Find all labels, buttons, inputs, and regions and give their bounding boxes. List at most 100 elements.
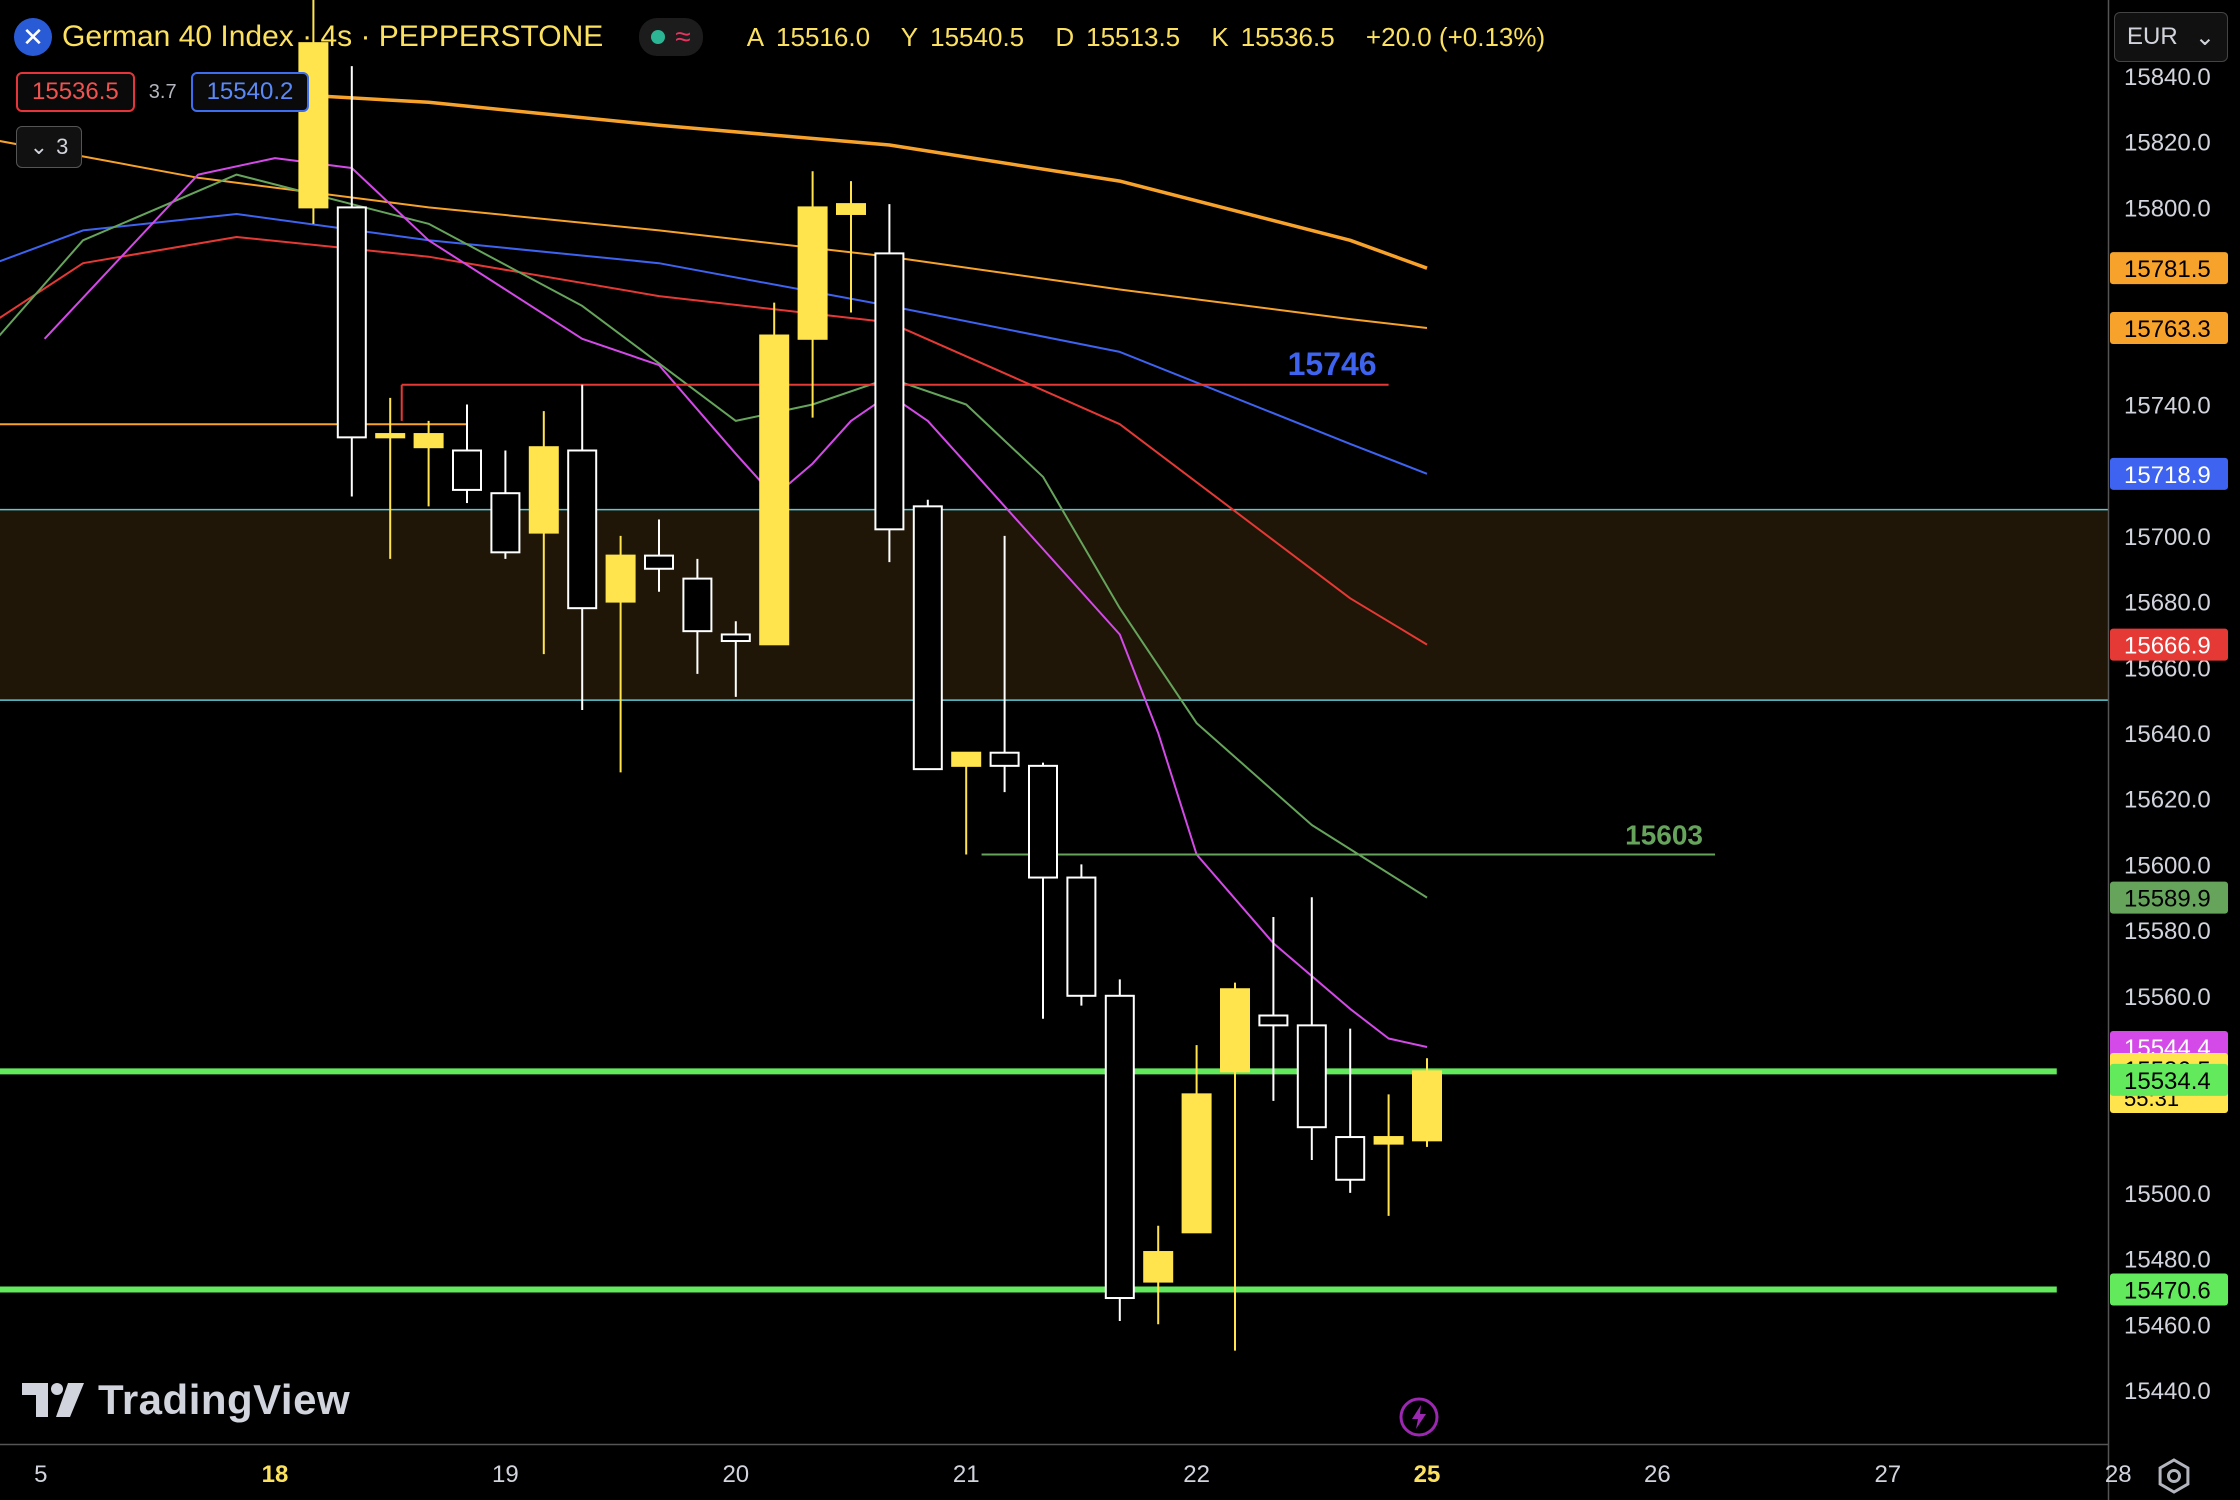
gear-icon[interactable] bbox=[2154, 1456, 2194, 1496]
candle bbox=[874, 204, 905, 563]
candle bbox=[951, 751, 982, 855]
candle-body bbox=[797, 206, 828, 340]
chevron-down-icon: ⌄ bbox=[29, 134, 49, 159]
market-status[interactable]: ≈ bbox=[639, 18, 703, 56]
y-tick-label: 15700.0 bbox=[2124, 524, 2211, 551]
candle-body bbox=[452, 449, 482, 491]
lightning-icon[interactable] bbox=[1398, 1396, 1440, 1438]
candle bbox=[1412, 1058, 1442, 1147]
candle bbox=[336, 66, 367, 497]
symbol-title[interactable]: German 40 Index · 4s · PEPPERSTONE bbox=[62, 20, 603, 54]
price-label: 15470.6 bbox=[2110, 1273, 2228, 1306]
y-tick-label: 15740.0 bbox=[2124, 393, 2211, 420]
plot-area: 15746 15603 bbox=[0, 0, 2108, 1351]
y-tick-label: 15460.0 bbox=[2124, 1312, 2211, 1339]
x-tick-label: 28 bbox=[2105, 1461, 2132, 1488]
candle bbox=[1373, 1094, 1404, 1216]
price-label-value: 15666.9 bbox=[2124, 633, 2211, 660]
data-delay-icon: ≈ bbox=[675, 21, 691, 52]
candle-body bbox=[605, 554, 636, 603]
ohlc-open: A 15516.0 bbox=[746, 21, 871, 52]
y-tick-label: 15620.0 bbox=[2124, 787, 2211, 814]
x-tick-label: 19 bbox=[492, 1461, 519, 1488]
indicators-count: 3 bbox=[56, 134, 69, 159]
candle-body bbox=[1412, 1070, 1442, 1142]
candle-body bbox=[375, 433, 406, 439]
candle-body bbox=[836, 203, 866, 215]
x-tick-label: 5 bbox=[34, 1461, 47, 1488]
candle bbox=[1143, 1225, 1174, 1325]
price-label-value: 15470.6 bbox=[2124, 1277, 2211, 1304]
candle-body bbox=[912, 505, 943, 771]
price-label-value: 15589.9 bbox=[2124, 886, 2211, 913]
candle-body bbox=[1296, 1024, 1327, 1129]
candle bbox=[490, 450, 521, 559]
tradingview-logo-icon bbox=[22, 1383, 84, 1417]
y-tick-label: 15680.0 bbox=[2124, 590, 2211, 617]
ohlc-change: +20.0 (+0.13%) bbox=[1365, 21, 1546, 52]
y-tick-label: 15440.0 bbox=[2124, 1378, 2211, 1405]
x-tick-label: 20 bbox=[722, 1461, 749, 1488]
trade-panel: 15536.5 3.7 15540.2 bbox=[16, 72, 310, 112]
candle-body bbox=[1143, 1251, 1174, 1283]
ohlc-values: A 15516.0 Y 15540.5 D 15513.5 K 15536.5 +20.… bbox=[747, 22, 1557, 53]
candle bbox=[1335, 1028, 1366, 1193]
price-label: 15718.9 bbox=[2110, 457, 2228, 490]
candle-body bbox=[759, 334, 790, 646]
candle-body bbox=[1373, 1136, 1404, 1145]
price-label-value: 15718.9 bbox=[2124, 462, 2211, 489]
currency-selector[interactable]: EUR ⌄ bbox=[2114, 12, 2228, 62]
y-tick-label: 15640.0 bbox=[2124, 721, 2211, 748]
candle bbox=[1028, 762, 1058, 1019]
price-label: 15763.3 bbox=[2110, 311, 2228, 344]
buy-button[interactable]: 15540.2 bbox=[190, 72, 310, 112]
candle bbox=[759, 302, 790, 646]
candle-body bbox=[298, 42, 329, 209]
tradingview-logo[interactable]: TradingView bbox=[22, 1376, 350, 1424]
sell-button[interactable]: 15536.5 bbox=[16, 72, 135, 112]
price-label: 15589.9 bbox=[2110, 881, 2228, 914]
chevron-down-icon: ⌄ bbox=[2194, 23, 2215, 51]
candle-body bbox=[1258, 1014, 1289, 1027]
price-chart[interactable]: 15746 15603 15840.0 15820.0 15800.0 15740.0 15… bbox=[0, 0, 2240, 1500]
candle-body bbox=[528, 446, 559, 534]
x-tick-label: 27 bbox=[1874, 1461, 1901, 1488]
candle bbox=[912, 499, 943, 771]
candle-body bbox=[1028, 764, 1058, 879]
indicators-collapse-button[interactable]: ⌄ 3 bbox=[16, 126, 82, 168]
candle-body bbox=[989, 751, 1020, 767]
candle-body bbox=[1104, 994, 1135, 1300]
candle-body bbox=[490, 492, 521, 554]
candle-body bbox=[1220, 988, 1250, 1073]
tradingview-logo-text: TradingView bbox=[98, 1376, 351, 1423]
chart-header: ✕ German 40 Index · 4s · PEPPERSTONE ≈ A… bbox=[14, 14, 1557, 60]
candle-body bbox=[720, 633, 751, 643]
y-tick-label: 15580.0 bbox=[2124, 918, 2211, 945]
y-tick-label: 15500.0 bbox=[2124, 1181, 2211, 1208]
candle bbox=[1104, 979, 1135, 1322]
candle-body bbox=[951, 751, 982, 767]
candle-body bbox=[682, 577, 713, 633]
candle bbox=[797, 171, 828, 418]
x-tick-label: 26 bbox=[1644, 1461, 1671, 1488]
candle-body bbox=[567, 449, 598, 610]
ohlc-high: Y 15540.5 bbox=[900, 21, 1025, 52]
candle-body bbox=[1066, 876, 1097, 997]
candle-body bbox=[336, 206, 367, 439]
candle bbox=[1220, 982, 1250, 1351]
candle bbox=[413, 420, 444, 507]
y-tick-label: 15820.0 bbox=[2124, 130, 2211, 157]
price-label: 15534.4 bbox=[2110, 1063, 2228, 1096]
y-tick-label: 15800.0 bbox=[2124, 195, 2211, 222]
price-label-value: 15781.5 bbox=[2124, 256, 2211, 283]
symbol-flag-icon[interactable]: ✕ bbox=[14, 18, 52, 56]
price-label-value: 15534.4 bbox=[2124, 1068, 2211, 1095]
x-tick-label: 21 bbox=[953, 1461, 980, 1488]
candle bbox=[1066, 864, 1097, 1006]
candle-body bbox=[874, 252, 905, 531]
ohlc-close: K 15536.5 bbox=[1211, 21, 1335, 52]
x-tick-label: 18 bbox=[262, 1461, 289, 1488]
y-tick-label: 15480.0 bbox=[2124, 1247, 2211, 1274]
ohlc-low: D 15513.5 bbox=[1055, 21, 1181, 52]
level-15603-label: 15603 bbox=[1625, 820, 1703, 851]
